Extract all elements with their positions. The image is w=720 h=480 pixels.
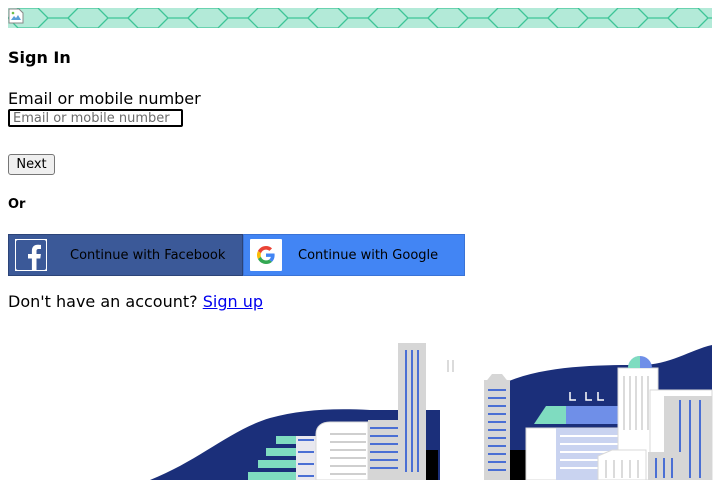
city-skyline-illustration [150, 343, 713, 480]
header-banner [8, 8, 712, 28]
email-input[interactable] [8, 109, 183, 127]
page-title: Sign In [8, 48, 71, 67]
signup-prompt-text: Don't have an account? [8, 292, 198, 311]
facebook-button-label: Continue with Facebook [70, 247, 226, 263]
continue-with-facebook-button[interactable]: Continue with Facebook [8, 234, 243, 276]
sign-up-link[interactable]: Sign up [203, 292, 263, 311]
broken-image-icon [8, 8, 24, 24]
next-button[interactable]: Next [8, 154, 55, 175]
hexagon-pattern [8, 8, 712, 28]
signup-prompt: Don't have an account? Sign up [8, 292, 263, 312]
or-separator: Or [8, 197, 26, 212]
google-icon [250, 239, 282, 271]
google-button-label: Continue with Google [298, 247, 439, 263]
email-label: Email or mobile number [8, 89, 201, 108]
continue-with-google-button[interactable]: Continue with Google [243, 234, 465, 276]
facebook-icon [15, 239, 47, 271]
